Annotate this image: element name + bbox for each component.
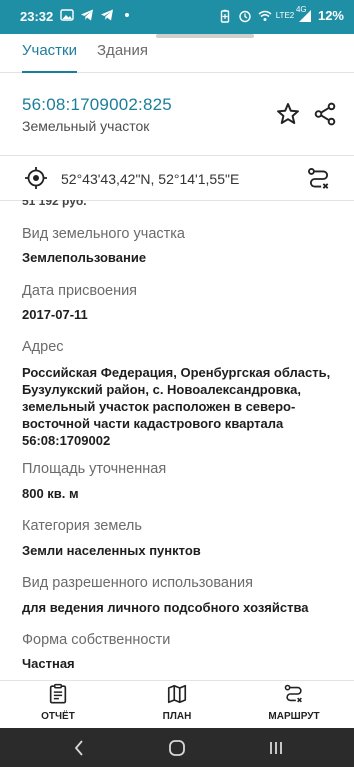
truncated-value: 51 192 руб. bbox=[22, 200, 87, 208]
star-icon bbox=[277, 103, 299, 124]
crosshair-icon bbox=[25, 167, 47, 189]
network-tag: 4G bbox=[295, 4, 307, 14]
telegram-icon bbox=[100, 8, 114, 22]
field-label: Вид разрешенного использования bbox=[22, 575, 253, 591]
field-label: Категория земель bbox=[22, 518, 142, 534]
home-button[interactable] bbox=[167, 738, 187, 758]
home-icon bbox=[169, 740, 185, 756]
route-icon bbox=[308, 168, 329, 189]
alarm-icon bbox=[238, 9, 252, 23]
nav-report[interactable]: ОТЧЁТ bbox=[13, 683, 103, 722]
tab-indicator bbox=[22, 71, 77, 73]
bottom-nav: ОТЧЁТ ПЛАН МАРШРУТ bbox=[0, 680, 354, 729]
status-time: 23:32 bbox=[20, 9, 54, 24]
telegram-icon bbox=[80, 8, 94, 22]
wifi-icon bbox=[258, 9, 272, 23]
status-bar: 23:32 LTE2 4G 12% bbox=[0, 0, 354, 34]
field-value: Землепользование bbox=[22, 250, 147, 265]
volte-icon: LTE2 bbox=[275, 10, 295, 20]
share-button[interactable] bbox=[312, 101, 338, 127]
nav-route-label: МАРШРУТ bbox=[268, 711, 320, 722]
route-button[interactable] bbox=[306, 166, 332, 192]
coordinates-row: 52°43'43,42"N, 52°14'1,55"E bbox=[0, 160, 354, 200]
field-value: Частная bbox=[22, 656, 75, 671]
details-list[interactable]: 51 192 руб. Вид земельного участка Земле… bbox=[0, 200, 354, 680]
field-value: 2017-07-11 bbox=[22, 307, 88, 322]
address-value[interactable]: Российская Федерация, Оренбургская облас… bbox=[22, 364, 344, 449]
locate-button[interactable] bbox=[24, 166, 48, 190]
header-divider bbox=[0, 155, 354, 156]
field-value: 800 кв. м bbox=[22, 486, 79, 501]
field-label: Вид земельного участка bbox=[22, 226, 185, 242]
status-right-icons: LTE2 4G 12% bbox=[218, 4, 344, 23]
map-icon bbox=[167, 684, 187, 704]
field-value: для ведения личного подсобного хозяйства bbox=[22, 600, 309, 615]
share-icon bbox=[314, 102, 336, 126]
field-label: Дата присвоения bbox=[22, 283, 138, 299]
nav-plan[interactable]: ПЛАН bbox=[132, 683, 222, 722]
coordinates-text[interactable]: 52°43'43,42"N, 52°14'1,55"E bbox=[61, 171, 239, 187]
field-label: Форма собственности bbox=[22, 632, 171, 648]
recents-button[interactable] bbox=[266, 738, 286, 758]
route-icon bbox=[284, 684, 302, 703]
field-value: Земли населенных пунктов bbox=[22, 543, 201, 558]
field-label: Площадь уточненная bbox=[22, 461, 167, 477]
battery-saver-icon bbox=[218, 9, 232, 23]
nav-report-label: ОТЧЁТ bbox=[41, 711, 75, 722]
field-label: Адрес bbox=[22, 339, 64, 355]
dot-icon bbox=[120, 8, 134, 22]
back-button[interactable] bbox=[70, 738, 90, 758]
tab-buildings[interactable]: Здания bbox=[97, 42, 148, 59]
report-icon bbox=[49, 683, 67, 704]
favorite-button[interactable] bbox=[275, 101, 301, 127]
system-nav-bar bbox=[0, 728, 354, 767]
nav-plan-label: ПЛАН bbox=[162, 711, 192, 722]
battery-percent: 12% bbox=[317, 8, 344, 23]
status-left-icons bbox=[60, 8, 134, 22]
recents-icon bbox=[270, 742, 282, 754]
cadastral-number[interactable]: 56:08:1709002:825 bbox=[22, 95, 172, 115]
nav-route[interactable]: МАРШРУТ bbox=[249, 683, 339, 722]
tab-bar: Участки Здания bbox=[0, 38, 354, 73]
image-icon bbox=[60, 8, 74, 22]
back-icon bbox=[74, 740, 83, 756]
object-type: Земельный участок bbox=[22, 118, 150, 134]
tab-parcels[interactable]: Участки bbox=[22, 42, 77, 59]
signal-icon: 4G bbox=[295, 4, 312, 23]
